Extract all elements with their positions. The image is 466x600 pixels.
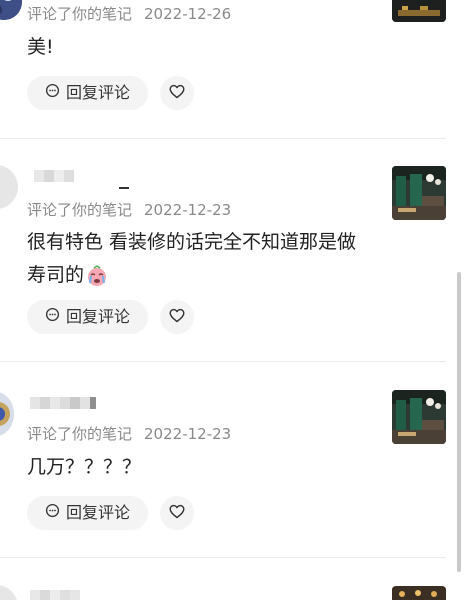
comment-action: 评论了你的笔记	[27, 5, 133, 23]
divider	[0, 138, 446, 139]
avatar[interactable]	[0, 392, 14, 436]
reply-button[interactable]: 回复评论	[27, 300, 148, 334]
chat-bubble-icon	[45, 300, 60, 334]
avatar[interactable]	[0, 0, 22, 20]
avatar[interactable]	[0, 585, 18, 600]
divider	[0, 557, 446, 558]
comment-meta: 评论了你的笔记 2022-12-23	[27, 200, 231, 220]
divider	[0, 361, 446, 362]
note-thumbnail[interactable]	[392, 390, 446, 444]
like-button[interactable]	[160, 496, 194, 530]
like-button[interactable]	[160, 76, 194, 110]
note-thumbnail[interactable]	[392, 166, 446, 220]
comment-text-line: 寿司的	[27, 264, 85, 286]
comment-date: 2022-12-23	[144, 201, 232, 219]
comment-date: 2022-12-26	[144, 5, 232, 23]
comment-meta: 评论了你的笔记 2022-12-26	[27, 4, 231, 24]
heart-icon	[169, 84, 185, 103]
comment-text: 很有特色 看装修的话完全不知道那是做 寿司的	[27, 226, 387, 292]
comment-text: 几万？？？？	[27, 456, 142, 478]
reply-label: 回复评论	[65, 503, 130, 522]
username-underline	[119, 187, 129, 189]
comment-action: 评论了你的笔记	[27, 425, 133, 443]
chat-bubble-icon	[45, 76, 60, 110]
notification-page: 评论了你的笔记 2022-12-26 美! 回复评论 评论了你的笔记 2022-…	[0, 0, 466, 600]
like-button[interactable]	[160, 300, 194, 334]
reply-label: 回复评论	[65, 307, 130, 326]
comment-text-line: 很有特色 看装修的话完全不知道那是做	[27, 231, 357, 253]
reply-label: 回复评论	[65, 83, 130, 102]
reply-button[interactable]: 回复评论	[27, 76, 148, 110]
username[interactable]	[34, 170, 74, 182]
note-thumbnail[interactable]	[392, 0, 446, 22]
username[interactable]	[30, 590, 80, 600]
comment-text-line-2: 寿司的	[27, 259, 387, 292]
note-thumbnail[interactable]	[392, 586, 446, 600]
comment-meta: 评论了你的笔记 2022-12-23	[27, 424, 231, 444]
heart-icon	[169, 308, 185, 327]
reply-button[interactable]: 回复评论	[27, 496, 148, 530]
comment-text: 美!	[27, 36, 54, 58]
comment-action: 评论了你的笔记	[27, 201, 133, 219]
heart-icon	[169, 504, 185, 523]
chat-bubble-icon	[45, 496, 60, 530]
username[interactable]	[30, 397, 96, 409]
scrollbar[interactable]	[457, 272, 461, 572]
comment-date: 2022-12-23	[144, 425, 232, 443]
avatar[interactable]	[0, 165, 18, 209]
crying-face-emoji	[86, 264, 108, 287]
